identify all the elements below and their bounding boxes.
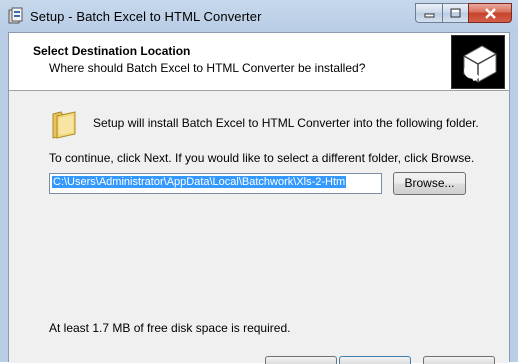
wizard-client-area: Select Destination Location Where should… (8, 32, 510, 364)
install-box-icon (452, 36, 504, 88)
close-icon (484, 7, 496, 19)
wizard-image (451, 35, 505, 89)
window-title: Setup - Batch Excel to HTML Converter (30, 9, 262, 24)
destination-path-value: C:\Users\Administrator\AppData\Local\Bat… (52, 176, 347, 188)
next-button[interactable] (339, 356, 411, 364)
disk-space-note: At least 1.7 MB of free disk space is re… (49, 321, 291, 335)
folder-icon (52, 111, 76, 139)
maximize-button[interactable] (442, 3, 468, 23)
back-button[interactable] (265, 356, 337, 364)
maximize-icon (450, 8, 461, 18)
setup-app-icon (8, 7, 23, 24)
title-bar[interactable]: Setup - Batch Excel to HTML Converter (0, 0, 518, 32)
setup-window: Setup - Batch Excel to HTML Converter Se… (0, 0, 518, 364)
continue-instructions: To continue, click Next. If you would li… (49, 151, 475, 165)
wizard-header: Select Destination Location Where should… (9, 33, 509, 91)
install-message: Setup will install Batch Excel to HTML C… (93, 116, 479, 130)
wizard-body: Setup will install Batch Excel to HTML C… (9, 92, 509, 363)
page-title: Select Destination Location (33, 44, 191, 58)
cancel-button[interactable] (423, 356, 495, 364)
minimize-button[interactable] (415, 3, 442, 23)
minimize-icon (424, 13, 434, 17)
caption-buttons (415, 3, 512, 23)
destination-path-input[interactable]: C:\Users\Administrator\AppData\Local\Bat… (49, 173, 382, 194)
close-button[interactable] (468, 3, 512, 23)
browse-button[interactable]: Browse... (393, 172, 466, 195)
page-subtitle: Where should Batch Excel to HTML Convert… (49, 61, 366, 75)
